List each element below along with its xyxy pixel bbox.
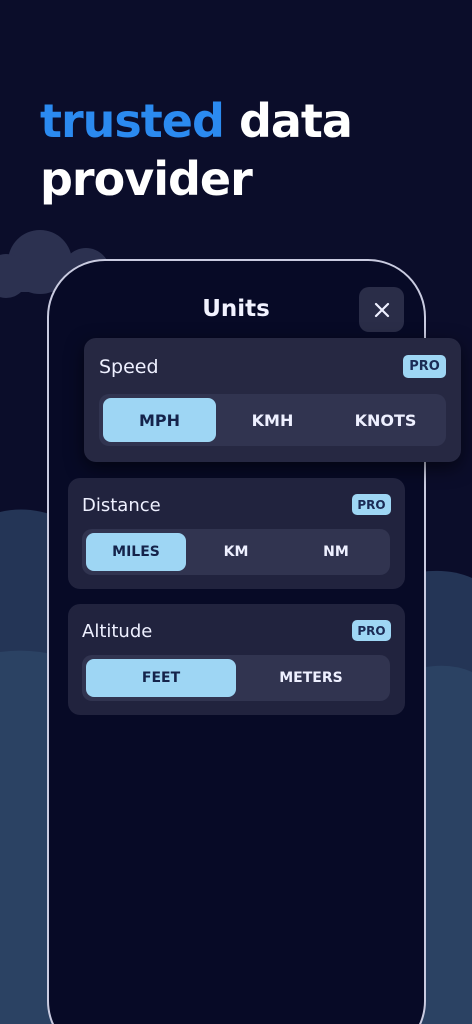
distance-segmented-control: MILES KM NM: [82, 529, 390, 575]
speed-option-mph[interactable]: MPH: [103, 398, 216, 442]
distance-label: Distance: [82, 495, 161, 516]
altitude-pro-badge: PRO: [352, 620, 391, 641]
speed-pro-badge: PRO: [403, 355, 446, 378]
headline-line2: provider: [40, 152, 253, 206]
speed-option-kmh[interactable]: KMH: [216, 398, 329, 442]
speed-label: Speed: [99, 356, 159, 378]
altitude-segmented-control: FEET METERS: [82, 655, 390, 701]
speed-option-knots[interactable]: KNOTS: [329, 398, 442, 442]
speed-card: Speed PRO MPH KMH KNOTS: [84, 338, 461, 462]
altitude-card: Altitude PRO FEET METERS: [68, 604, 405, 715]
altitude-option-feet[interactable]: FEET: [86, 659, 236, 697]
speed-segmented-control: MPH KMH KNOTS: [99, 394, 446, 446]
close-button[interactable]: [359, 287, 404, 332]
distance-pro-badge: PRO: [352, 494, 391, 515]
altitude-option-meters[interactable]: METERS: [236, 659, 386, 697]
headline: trusted data provider: [40, 92, 353, 208]
distance-option-km[interactable]: KM: [186, 533, 286, 571]
distance-option-miles[interactable]: MILES: [86, 533, 186, 571]
distance-option-nm[interactable]: NM: [286, 533, 386, 571]
distance-card: Distance PRO MILES KM NM: [68, 478, 405, 589]
altitude-label: Altitude: [82, 621, 153, 642]
headline-word-data: data: [238, 94, 353, 148]
close-icon: [374, 302, 389, 317]
headline-accent-word: trusted: [40, 94, 225, 148]
